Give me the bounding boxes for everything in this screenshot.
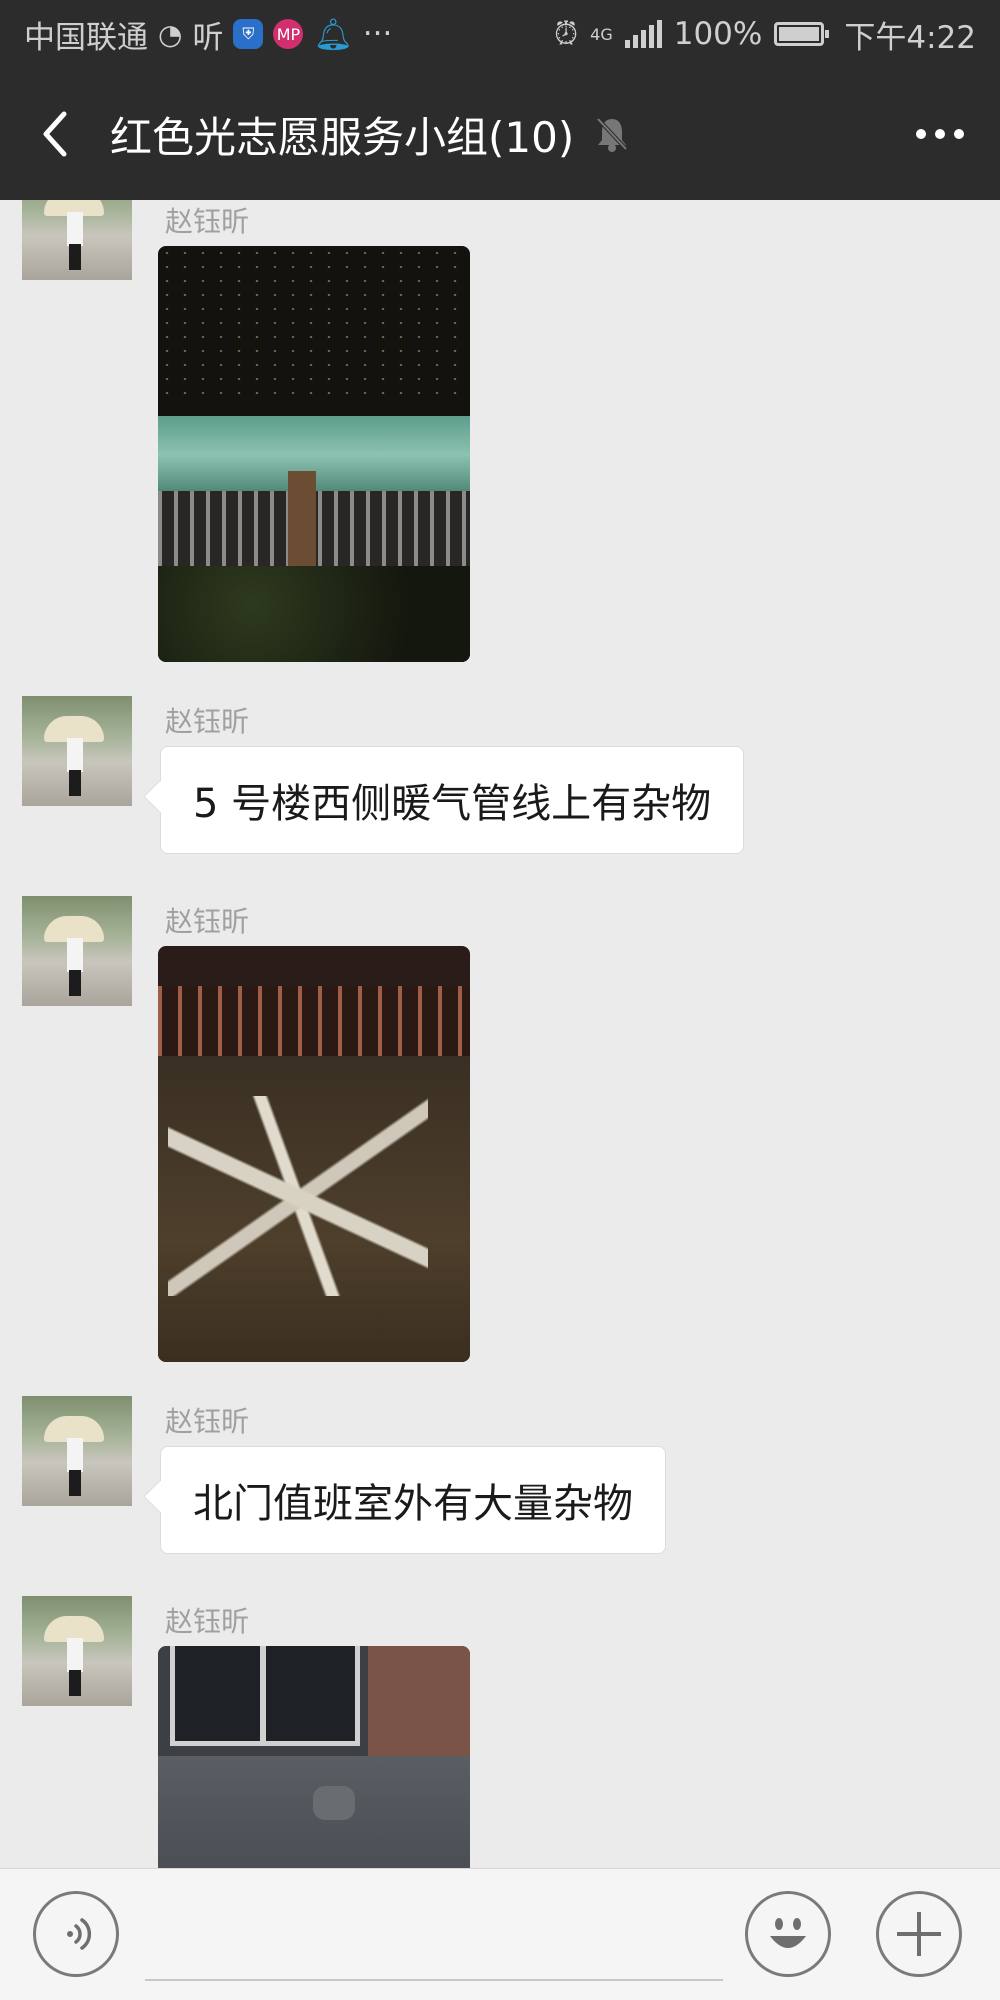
plus-icon bbox=[897, 1912, 941, 1956]
voice-icon bbox=[67, 1918, 92, 1950]
sender-name: 赵钰昕 bbox=[165, 205, 250, 238]
alarm-icon: ⏰︎ bbox=[553, 15, 579, 52]
sender-name: 赵钰昕 bbox=[165, 705, 250, 738]
sender-name: 赵钰昕 bbox=[165, 1605, 250, 1638]
weibo-icon: ◔ bbox=[158, 17, 183, 51]
chat-title: 红色光志愿服务小组(10) bbox=[110, 112, 575, 162]
chevron-left-icon bbox=[43, 111, 67, 157]
back-button[interactable] bbox=[0, 68, 110, 200]
avatar[interactable] bbox=[22, 696, 132, 806]
more-functions-button[interactable] bbox=[876, 1891, 962, 1977]
mp-app-icon: MP bbox=[273, 19, 304, 49]
avatar[interactable] bbox=[22, 1396, 132, 1506]
text-message-bubble[interactable]: 5 号楼西侧暖气管线上有杂物 bbox=[160, 746, 745, 854]
chat-header: 红色光志愿服务小组(10) bbox=[0, 68, 1000, 200]
signal-icon bbox=[624, 20, 662, 48]
listen-app-icon: 听 bbox=[192, 19, 224, 56]
input-bar bbox=[0, 1868, 1000, 2000]
battery-percent: 100% bbox=[673, 16, 763, 52]
image-message[interactable] bbox=[158, 246, 470, 662]
network-type-label: 4G bbox=[590, 24, 613, 44]
message-input[interactable] bbox=[145, 1899, 723, 1981]
image-message[interactable] bbox=[158, 946, 470, 1362]
emoji-button[interactable] bbox=[745, 1891, 831, 1977]
battery-icon bbox=[774, 22, 830, 46]
voice-input-button[interactable] bbox=[33, 1891, 119, 1977]
image-message[interactable] bbox=[158, 1646, 470, 1868]
more-options-button[interactable] bbox=[880, 68, 1000, 200]
avatar[interactable] bbox=[22, 896, 132, 1006]
notification-bell-icon: 🔔︎ bbox=[313, 16, 353, 53]
sender-name: 赵钰昕 bbox=[165, 1405, 250, 1438]
smiley-icon bbox=[770, 1918, 806, 1948]
clock: 下午4:22 bbox=[844, 19, 976, 56]
avatar[interactable] bbox=[22, 200, 132, 280]
dot bbox=[916, 129, 926, 139]
dot bbox=[954, 129, 964, 139]
text-message-bubble[interactable]: 北门值班室外有大量杂物 bbox=[160, 1446, 666, 1554]
dot bbox=[935, 129, 945, 139]
sender-name: 赵钰昕 bbox=[165, 905, 250, 938]
more-notifications-label: ··· bbox=[362, 16, 393, 52]
status-bar: 中国联通 ◔ 听 ⛨ MP 🔔︎ ··· ⏰︎ 4G 100% 下午4:22 bbox=[0, 0, 1000, 68]
avatar[interactable] bbox=[22, 1596, 132, 1706]
carrier-label: 中国联通 bbox=[24, 19, 148, 56]
shield-icon: ⛨ bbox=[233, 19, 264, 49]
message-list[interactable]: 赵钰昕 赵钰昕 5 号楼西侧暖气管线上有杂物 赵钰昕 赵钰昕 北门值班室外有大量… bbox=[0, 200, 1000, 1868]
muted-bell-icon bbox=[594, 114, 634, 154]
